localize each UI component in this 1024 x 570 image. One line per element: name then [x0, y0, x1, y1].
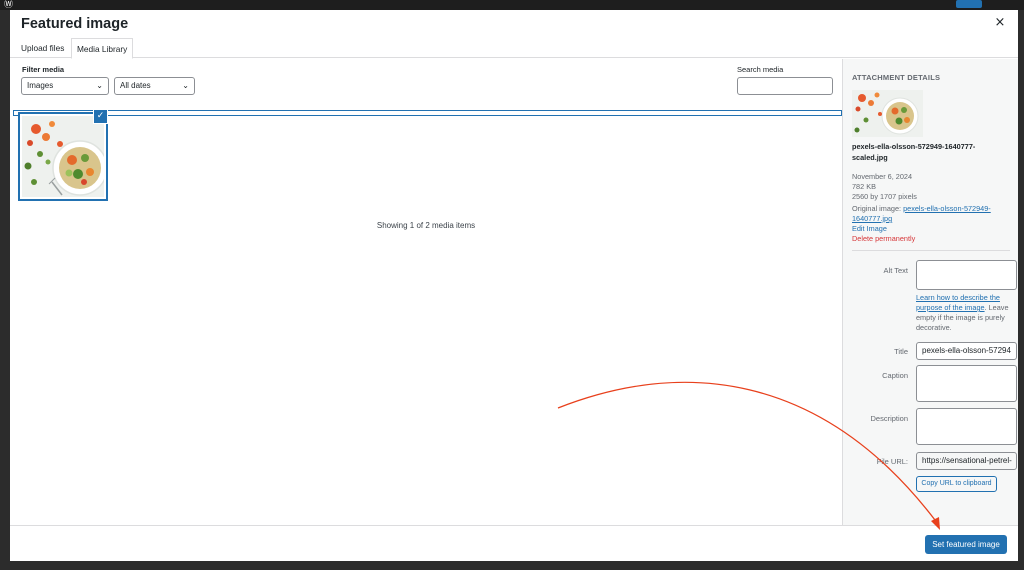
alt-text-help: Learn how to describe the purpose of the…	[916, 293, 1017, 333]
attachment-dimensions: 2560 by 1707 pixels	[852, 192, 917, 201]
background-left	[0, 10, 10, 570]
wordpress-logo-icon: Ⓦ	[4, 0, 14, 10]
details-divider	[852, 250, 1010, 251]
featured-image-modal: Featured image × Upload files Media Libr…	[10, 10, 1018, 561]
media-date-select[interactable]: All dates ⌄	[114, 77, 195, 95]
filter-media-label: Filter media	[22, 65, 65, 74]
search-media-label: Search media	[737, 65, 784, 74]
background-bottom	[0, 561, 1024, 570]
delete-permanently-link[interactable]: Delete permanently	[852, 234, 915, 244]
copy-url-button[interactable]: Copy URL to clipboard	[916, 476, 997, 492]
media-type-value: Images	[27, 81, 54, 90]
attachment-date: November 6, 2024	[852, 172, 913, 181]
attachment-details-heading: ATTACHMENT DETAILS	[852, 73, 941, 82]
tab-upload-files[interactable]: Upload files	[16, 38, 69, 58]
modal-title: Featured image	[21, 16, 129, 32]
original-image-info: Original image: pexels-ella-olsson-57294…	[852, 204, 1012, 224]
attachment-thumbnail	[852, 90, 923, 137]
title-field[interactable]: pexels-ella-olsson-57294	[916, 342, 1017, 360]
tab-media-library[interactable]: Media Library	[71, 38, 134, 59]
file-url-label: File URL:	[876, 457, 908, 466]
chevron-down-icon: ⌄	[96, 81, 103, 90]
attachment-filesize: 782 KB	[852, 182, 876, 191]
edit-image-link[interactable]: Edit Image	[852, 224, 887, 234]
caption-label: Caption	[882, 371, 908, 380]
selection-frame	[13, 110, 842, 116]
chevron-down-icon: ⌄	[182, 81, 189, 90]
description-label: Description	[870, 414, 908, 423]
background-toolbar	[0, 0, 1024, 10]
search-input[interactable]	[737, 77, 833, 95]
background-publish-button	[956, 0, 982, 8]
media-count-text: Showing 1 of 2 media items	[376, 221, 476, 230]
background-right	[1018, 10, 1024, 570]
checkmark-icon[interactable]: ✓	[93, 109, 108, 124]
caption-field[interactable]	[916, 365, 1017, 402]
description-field[interactable]	[916, 408, 1017, 445]
original-image-label: Original image:	[852, 204, 902, 213]
attachment-filename: pexels-ella-olsson-572949-1640777-scaled…	[852, 142, 976, 162]
alt-text-label: Alt Text	[883, 266, 908, 275]
set-featured-image-button[interactable]: Set featured image	[925, 535, 1007, 554]
media-date-value: All dates	[120, 81, 151, 90]
close-icon[interactable]: ×	[993, 16, 1007, 30]
media-item-thumbnail[interactable]	[18, 112, 108, 201]
title-label: Title	[894, 347, 908, 356]
file-url-field[interactable]: https://sensational-petrel-	[916, 452, 1017, 470]
modal-footer: Set featured image	[10, 525, 1018, 561]
media-type-select[interactable]: Images ⌄	[21, 77, 109, 95]
tab-bar: Upload files Media Library	[10, 38, 1018, 59]
attachment-details-sidebar: ATTACHMENT DETAILS pexels-ella-olsson-57…	[842, 59, 1018, 525]
alt-text-field[interactable]	[916, 260, 1017, 290]
media-browser: Filter media Images ⌄ All dates ⌄ Search…	[10, 59, 842, 525]
salad-image	[22, 116, 104, 197]
